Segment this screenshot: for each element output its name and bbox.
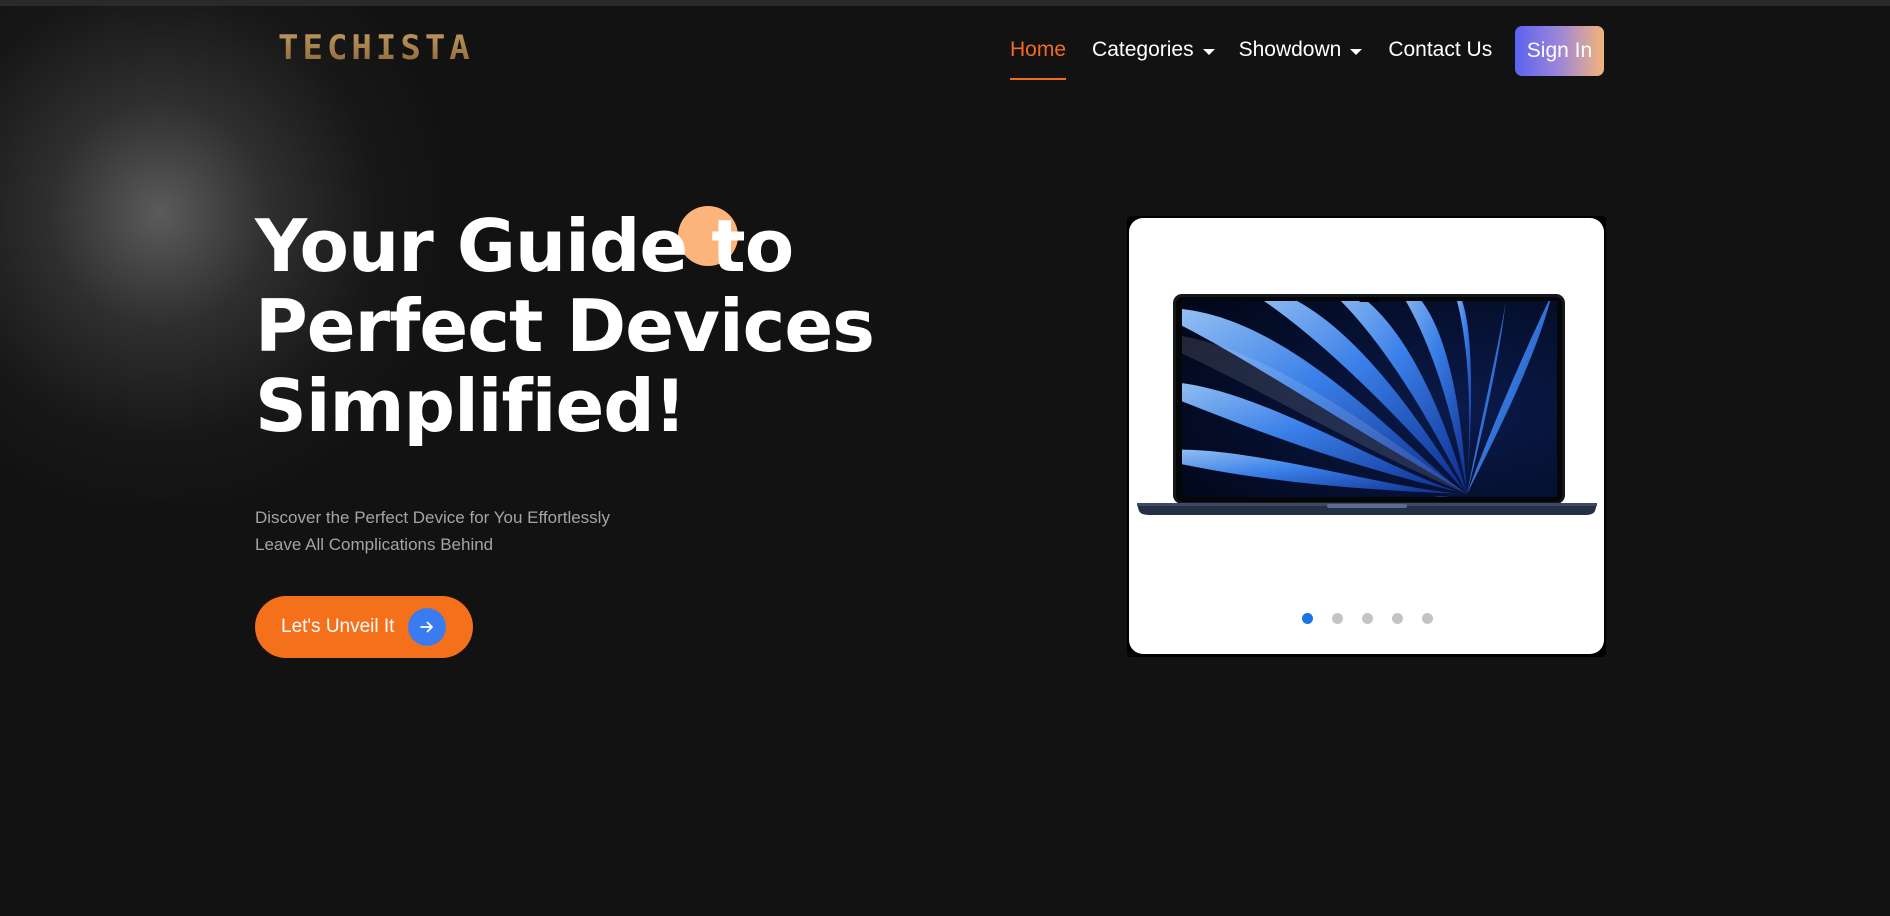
product-carousel[interactable] xyxy=(1129,218,1604,654)
nav-item-home-label: Home xyxy=(1010,38,1067,61)
nav-item-categories[interactable]: Categories xyxy=(1092,30,1215,70)
sign-in-button[interactable]: Sign In xyxy=(1515,26,1604,76)
carousel-indicators xyxy=(1129,613,1604,624)
page: TECHISTA Home Categories Showdown Contac… xyxy=(0,0,1890,916)
nav-item-contact-us[interactable]: Contact Us xyxy=(1388,30,1492,70)
unveil-button-label: Let's Unveil It xyxy=(281,616,395,637)
carousel-dot[interactable] xyxy=(1332,613,1343,624)
main-nav: Home Categories Showdown Contact Us xyxy=(1010,30,1512,80)
carousel-dot[interactable] xyxy=(1422,613,1433,624)
carousel-dot[interactable] xyxy=(1362,613,1373,624)
site-logo[interactable]: TECHISTA xyxy=(278,28,474,68)
hero-title: Your Guide to Perfect Devices Simplified… xyxy=(255,206,875,446)
caret-down-icon xyxy=(1350,48,1363,55)
hero-title-line: Your Guide to xyxy=(255,204,794,288)
hero-subtitle-line: Discover the Perfect Device for You Effo… xyxy=(255,508,610,527)
hero-title-line: Perfect Devices xyxy=(255,284,875,368)
caret-down-icon xyxy=(1202,48,1215,55)
carousel-dot[interactable] xyxy=(1302,613,1313,624)
hero-subtitle-line: Leave All Complications Behind xyxy=(255,535,494,554)
nav-item-home[interactable]: Home xyxy=(1010,30,1067,80)
hero-subtitle: Discover the Perfect Device for You Effo… xyxy=(255,504,610,558)
carousel-dot[interactable] xyxy=(1392,613,1403,624)
nav-item-categories-label: Categories xyxy=(1092,38,1194,61)
unveil-button[interactable]: Let's Unveil It xyxy=(255,596,473,658)
hero-title-line: Simplified! xyxy=(255,364,687,448)
nav-item-showdown-label: Showdown xyxy=(1238,38,1342,61)
arrow-right-icon xyxy=(408,608,446,646)
nav-item-contact-us-label: Contact Us xyxy=(1388,38,1493,61)
laptop-image xyxy=(1137,294,1597,515)
nav-item-showdown[interactable]: Showdown xyxy=(1239,30,1363,70)
top-divider xyxy=(0,0,1890,6)
